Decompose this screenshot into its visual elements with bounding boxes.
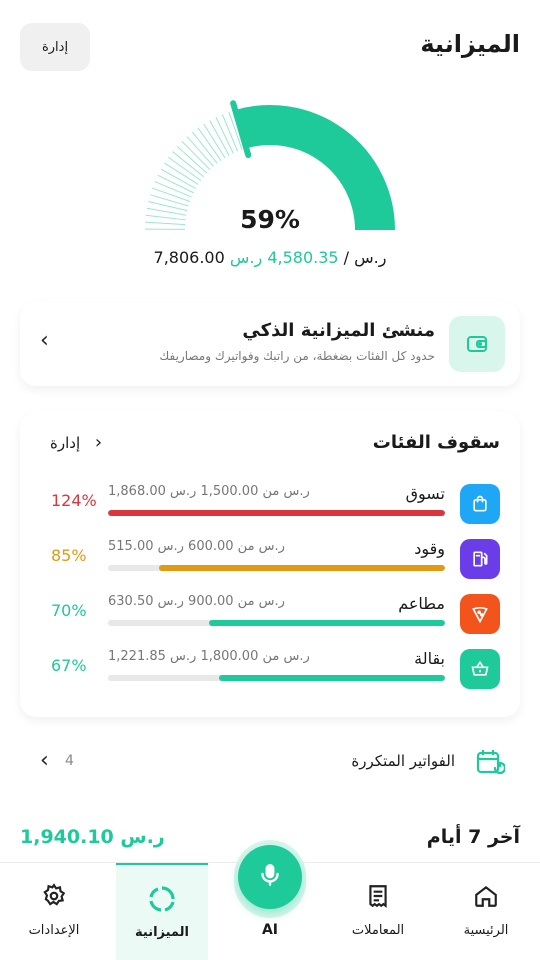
category-manage-link[interactable]: ‹ إدارة (50, 432, 102, 453)
nav-budget-label: الميزانية (135, 925, 189, 940)
calendar-repeat-icon (475, 748, 507, 782)
category-row-restaurants[interactable]: مطاعم 630.50 ر.س من 900.00 ر.س 70% (20, 594, 520, 644)
nav-ai-label: AI (261, 922, 279, 938)
category-amount: 515.00 ر.س من 600.00 ر.س (108, 539, 285, 554)
category-progress-fill (219, 675, 445, 681)
fuel-icon (460, 539, 500, 579)
recurring-bills-label: الفواتير المتكررة (351, 752, 455, 770)
budget-amounts: 7,806.00 ر.س / 4,580.35 ر.س (0, 248, 540, 267)
budget-spent: 4,580.35 ر.س (229, 248, 339, 267)
manage-button[interactable]: إدارة (20, 23, 90, 71)
category-amount: 1,868.00 ر.س من 1,500.00 ر.س (108, 484, 310, 499)
smart-budget-card[interactable]: منشئ الميزانية الذكي حدود كل الفئات بضغط… (20, 302, 520, 386)
category-progress-fill (158, 565, 445, 571)
receipt-icon (332, 883, 424, 909)
gauge-tick (152, 187, 191, 202)
nav-transactions-label: المعاملات (351, 923, 405, 938)
budget-gauge (144, 100, 395, 231)
category-caps-card: سقوف الفئات ‹ إدارة تسوق 1,868.00 ر.س من… (20, 412, 520, 717)
category-amount: 630.50 ر.س من 900.00 ر.س (108, 594, 285, 609)
shopping-bag-icon (460, 484, 500, 524)
category-row-shopping[interactable]: تسوق 1,868.00 ر.س من 1,500.00 ر.س 124% (20, 484, 520, 534)
category-manage-label: إدارة (50, 434, 81, 452)
budget-ring-icon (116, 885, 208, 913)
pizza-icon (460, 594, 500, 634)
category-row-grocery[interactable]: بقالة 1,221.85 ر.س من 1,800.00 ر.س 67% (20, 649, 520, 699)
category-percent: 70% (51, 601, 87, 620)
category-progress (108, 620, 445, 626)
nav-settings[interactable]: الإعدادات (8, 863, 100, 960)
smart-budget-title: منشئ الميزانية الذكي (242, 320, 435, 341)
category-progress-fill (108, 510, 445, 516)
chevron-left-icon: ‹ (40, 328, 49, 353)
nav-home-label: الرئيسية (463, 923, 509, 938)
header: الميزانية إدارة (0, 0, 540, 90)
recurring-bills-count: 4 (65, 753, 74, 769)
chevron-left-icon: ‹ (94, 432, 103, 453)
recurring-bills-row[interactable]: الفواتير المتكررة 4 ‹ (0, 740, 540, 784)
category-amount: 1,221.85 ر.س من 1,800.00 ر.س (108, 649, 310, 664)
budget-percent: 59% (240, 205, 300, 234)
category-caps-title: سقوف الفئات (372, 432, 500, 453)
chevron-left-icon: ‹ (40, 748, 49, 773)
ai-mic-button[interactable] (238, 845, 302, 909)
budget-separator: / (338, 248, 355, 267)
category-percent: 85% (51, 546, 87, 565)
microphone-icon (257, 862, 283, 892)
basket-icon (460, 649, 500, 689)
gauge-tick (176, 145, 208, 174)
smart-budget-subtitle: حدود كل الفئات بضغطة، من راتبك وفواتيرك … (159, 349, 435, 363)
last-7-days-amount: 1,940.10 ر.س (20, 826, 165, 848)
gear-icon (8, 883, 100, 909)
gauge-tick (181, 140, 211, 171)
category-row-fuel[interactable]: وقود 515.00 ر.س من 600.00 ر.س 85% (20, 539, 520, 589)
page-title: الميزانية (420, 30, 520, 58)
wallet-icon (449, 316, 505, 372)
last-7-days-title: آخر 7 أيام (426, 826, 520, 848)
category-progress-fill (209, 620, 445, 626)
gauge-tick (186, 136, 214, 167)
category-percent: 124% (51, 491, 97, 510)
category-name: بقالة (414, 649, 445, 668)
category-name: مطاعم (398, 594, 445, 613)
home-icon (440, 883, 532, 909)
nav-budget[interactable]: الميزانية (116, 863, 208, 960)
category-progress (108, 510, 445, 516)
nav-settings-label: الإعدادات (28, 923, 80, 938)
category-progress (108, 675, 445, 681)
category-name: تسوق (405, 484, 445, 503)
category-progress (108, 565, 445, 571)
category-percent: 67% (51, 656, 87, 675)
nav-home[interactable]: الرئيسية (440, 863, 532, 960)
category-name: وقود (414, 539, 445, 558)
nav-transactions[interactable]: المعاملات (332, 863, 424, 960)
